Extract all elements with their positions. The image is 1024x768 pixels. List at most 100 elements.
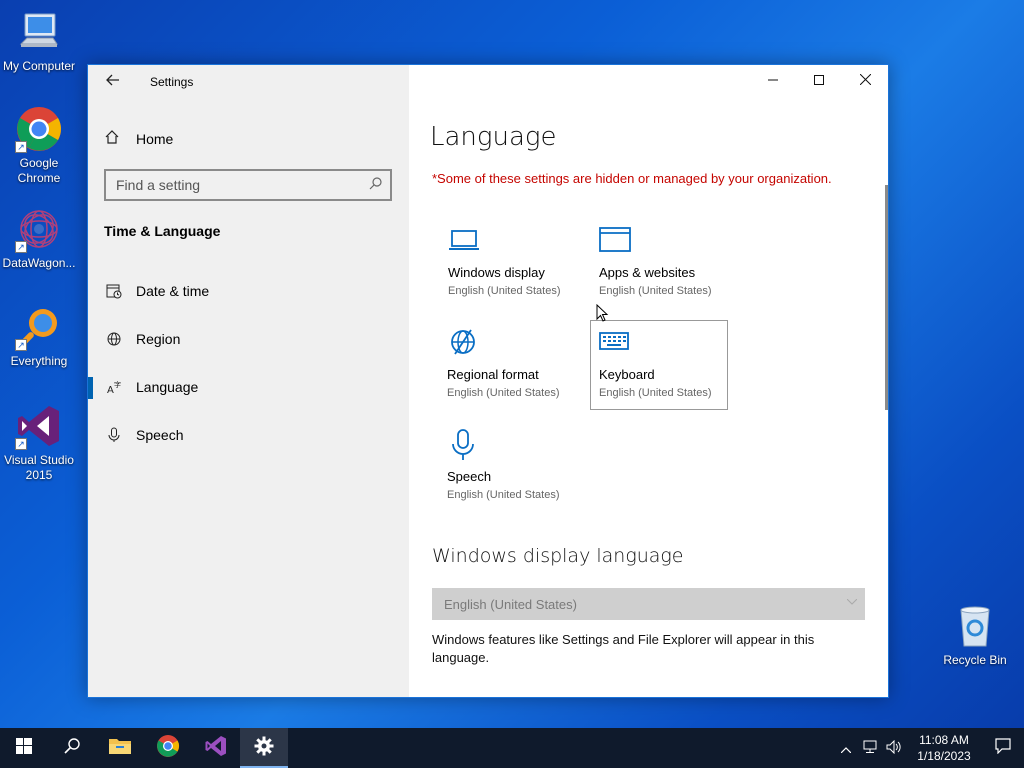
taskbar-chrome[interactable]	[144, 728, 192, 768]
everything-search-icon: ↗	[15, 303, 63, 351]
desktop-icon-visual-studio[interactable]: ↗ Visual Studio 2015	[0, 402, 78, 483]
windows-logo-icon	[16, 737, 32, 759]
keyboard-icon	[599, 327, 719, 365]
sidebar-item-label: Date & time	[136, 283, 210, 299]
search-icon	[64, 737, 80, 759]
tile-name: Regional format	[447, 367, 539, 382]
desktop-icon-label: Everything	[10, 354, 68, 368]
search-button[interactable]	[48, 728, 96, 768]
start-button[interactable]	[0, 728, 48, 768]
svg-text:A: A	[107, 385, 114, 395]
settings-sidebar: Settings Home Find a setting Time & Lang…	[88, 65, 409, 697]
system-tray: 11:08 AM 1/18/2023	[834, 728, 1024, 768]
shortcut-arrow-icon: ↗	[15, 339, 27, 351]
regional-globe-icon	[447, 327, 569, 365]
recycle-bin-icon	[951, 602, 999, 650]
dropdown-selected-value: English (United States)	[444, 596, 577, 612]
search-input[interactable]: Find a setting	[104, 169, 392, 201]
shortcut-arrow-icon: ↗	[15, 241, 27, 253]
microphone-icon	[105, 426, 123, 444]
svg-text:字: 字	[114, 380, 121, 389]
display-language-heading: Windows display language	[432, 545, 684, 567]
desktop-icon-label: DataWagon...	[2, 256, 76, 270]
clock-date: 1/18/2023	[917, 749, 971, 763]
datawagon-icon: ↗	[15, 205, 63, 253]
visual-studio-icon: ↗	[15, 402, 63, 450]
settings-window: Settings Home Find a setting Time & Lang…	[87, 64, 889, 698]
close-icon	[859, 72, 871, 89]
gear-icon	[254, 736, 274, 761]
desktop-icon-label: Google Chrome	[17, 156, 61, 185]
tile-name: Apps & websites	[599, 265, 696, 280]
minimize-button[interactable]	[750, 65, 796, 97]
tile-subtitle: English (United States)	[599, 387, 712, 399]
notification-icon	[995, 737, 1011, 759]
desktop-icon-label: Visual Studio 2015	[4, 453, 74, 482]
laptop-icon	[448, 225, 570, 263]
desktop-icon-everything[interactable]: ↗ Everything	[0, 303, 78, 369]
desktop-icon-recycle-bin[interactable]: Recycle Bin	[936, 602, 1014, 668]
section-title: Time & Language	[104, 223, 221, 239]
speaker-icon	[886, 739, 902, 757]
action-center-button[interactable]	[982, 728, 1024, 768]
chrome-icon: ↗	[15, 105, 63, 153]
desktop-icon-datawagon[interactable]: ↗ DataWagon...	[0, 205, 78, 271]
taskbar-clock[interactable]: 11:08 AM 1/18/2023	[906, 732, 982, 764]
sidebar-item-region[interactable]: Region	[88, 319, 409, 359]
show-hidden-icons-button[interactable]	[834, 741, 858, 756]
mouse-cursor-icon	[596, 303, 610, 324]
tile-name: Windows display	[448, 265, 545, 280]
sidebar-item-language[interactable]: A字 Language	[88, 367, 409, 407]
calendar-clock-icon	[105, 282, 123, 300]
taskbar: 11:08 AM 1/18/2023	[0, 728, 1024, 768]
minimize-icon	[768, 72, 778, 89]
clock-time: 11:08 AM	[919, 733, 969, 747]
tile-regional-format[interactable]: Regional format English (United States)	[439, 321, 577, 411]
sidebar-item-date-time[interactable]: Date & time	[88, 271, 409, 311]
close-button[interactable]	[842, 65, 888, 97]
taskbar-visual-studio[interactable]	[192, 728, 240, 768]
globe-icon	[105, 330, 123, 348]
page-title: Language	[430, 122, 557, 152]
chrome-icon	[156, 734, 180, 763]
taskbar-file-explorer[interactable]	[96, 728, 144, 768]
tile-windows-display[interactable]: Windows display English (United States)	[440, 219, 578, 309]
folder-icon	[108, 736, 132, 761]
tile-apps-websites[interactable]: Apps & websites English (United States)	[591, 219, 729, 309]
scrollbar[interactable]	[885, 185, 888, 410]
tile-speech[interactable]: Speech English (United States)	[439, 423, 577, 513]
window-title: Settings	[150, 75, 194, 89]
shortcut-arrow-icon: ↗	[15, 438, 27, 450]
network-icon	[862, 740, 878, 757]
desktop-icon-my-computer[interactable]: My Computer	[0, 8, 78, 74]
sidebar-item-home[interactable]: Home	[104, 129, 173, 149]
chevron-up-icon	[840, 741, 852, 756]
chevron-down-icon	[846, 596, 858, 608]
sidebar-item-speech[interactable]: Speech	[88, 415, 409, 455]
shortcut-arrow-icon: ↗	[15, 141, 27, 153]
back-button[interactable]	[102, 71, 124, 93]
visual-studio-icon	[204, 734, 228, 763]
search-icon	[369, 177, 382, 193]
display-language-dropdown[interactable]: English (United States)	[432, 588, 865, 620]
language-icon: A字	[105, 378, 123, 396]
search-placeholder: Find a setting	[116, 177, 201, 193]
computer-icon	[15, 8, 63, 56]
taskbar-settings[interactable]	[240, 728, 288, 768]
desktop-icon-google-chrome[interactable]: ↗ Google Chrome	[0, 105, 78, 186]
network-button[interactable]	[858, 740, 882, 757]
microphone-icon	[447, 429, 569, 467]
maximize-button[interactable]	[796, 65, 842, 97]
managed-settings-warning: *Some of these settings are hidden or ma…	[432, 171, 832, 186]
sidebar-item-label: Language	[136, 379, 199, 395]
tile-name: Keyboard	[599, 367, 655, 382]
display-language-description: Windows features like Settings and File …	[432, 632, 815, 665]
settings-content: Language *Some of these settings are hid…	[409, 65, 888, 697]
desktop-icon-label: My Computer	[2, 59, 76, 73]
sidebar-item-label: Speech	[136, 427, 184, 443]
home-icon	[104, 129, 122, 149]
tile-keyboard[interactable]: Keyboard English (United States)	[590, 320, 728, 410]
tile-subtitle: English (United States)	[448, 285, 561, 297]
volume-button[interactable]	[882, 739, 906, 757]
desktop-icon-label: Recycle Bin	[943, 653, 1007, 667]
